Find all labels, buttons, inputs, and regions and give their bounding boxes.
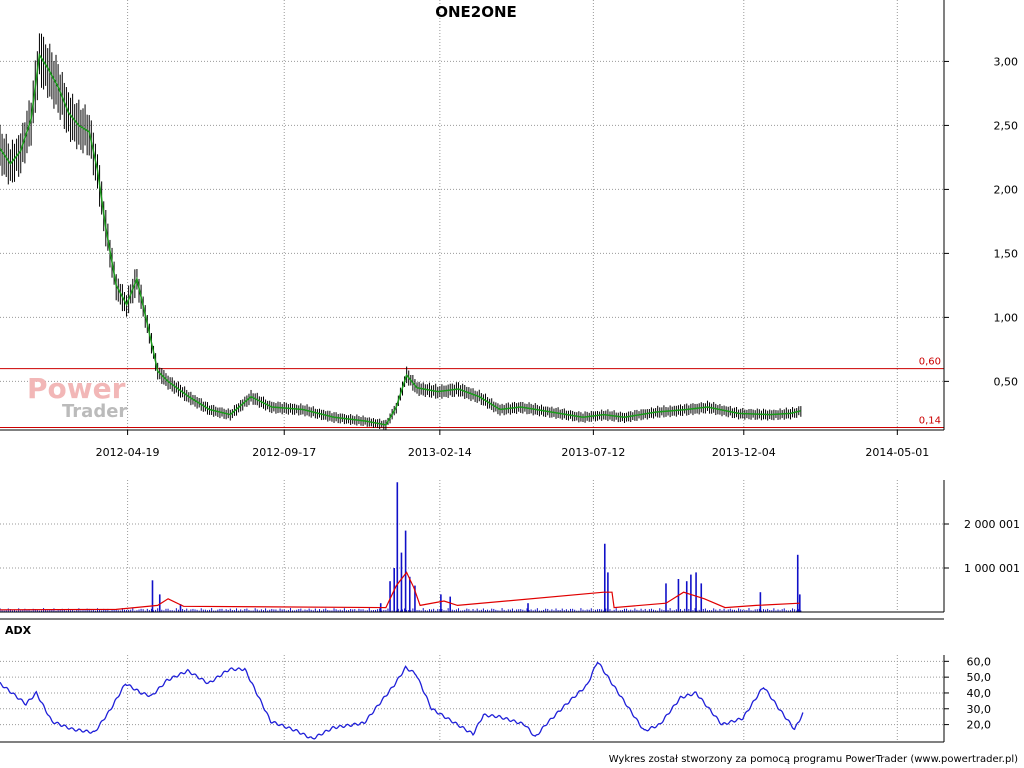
y-tick-label: 0,50: [994, 375, 1019, 388]
volume-y-tick-label: 2 000 001: [964, 518, 1020, 531]
y-tick-label: 1,50: [994, 247, 1019, 260]
chart-title: ONE2ONE: [435, 3, 517, 21]
reference-line-label: 0,14: [919, 415, 941, 426]
adx-y-tick-label: 60,0: [967, 655, 992, 668]
x-tick-label: 2012-09-17: [252, 446, 316, 459]
adx-y-tick-label: 50,0: [967, 671, 992, 684]
y-tick-label: 3,00: [994, 55, 1019, 68]
x-tick-label: 2013-02-14: [408, 446, 472, 459]
y-tick-label: 2,00: [994, 183, 1019, 196]
y-tick-label: 1,00: [994, 311, 1019, 324]
chart-canvas: Power Trader 0,600,14 0,501,001,502,002,…: [0, 0, 1024, 768]
x-tick-label: 2012-04-19: [96, 446, 160, 459]
y-tick-label: 2,50: [994, 119, 1019, 132]
x-tick-label: 2014-05-01: [865, 446, 929, 459]
adx-label: ADX: [5, 624, 32, 637]
x-tick-label: 2013-07-12: [561, 446, 625, 459]
adx-y-tick-label: 30,0: [967, 703, 992, 716]
adx-y-tick-label: 20,0: [967, 719, 992, 732]
reference-line-label: 0,60: [919, 357, 941, 368]
watermark-line2: Trader: [62, 401, 127, 422]
x-tick-label: 2013-12-04: [712, 446, 776, 459]
volume-y-tick-label: 1 000 001: [964, 562, 1020, 575]
adx-y-tick-label: 40,0: [967, 687, 992, 700]
footer-credit: Wykres został stworzony za pomocą progra…: [609, 754, 1018, 765]
canvas-background: [0, 0, 1024, 768]
